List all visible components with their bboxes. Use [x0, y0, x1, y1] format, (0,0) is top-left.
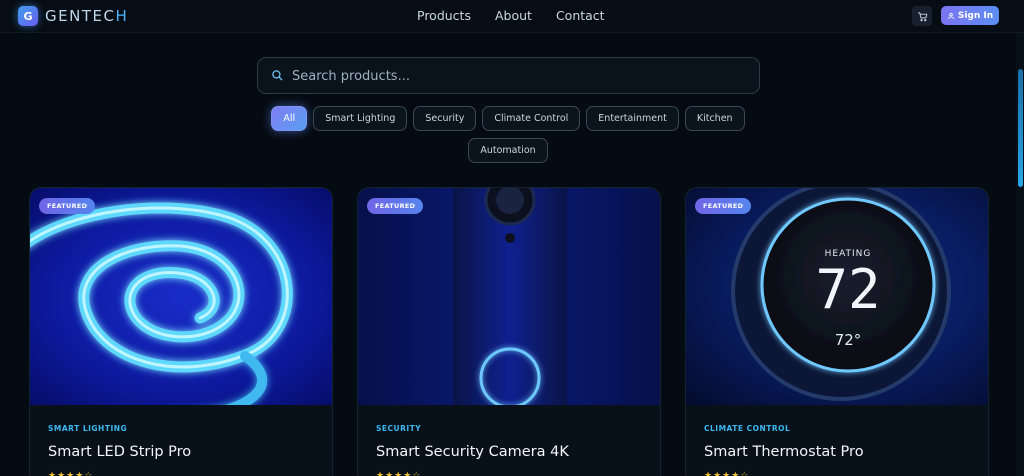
thermostat-display: HEATING 72 72° [686, 188, 988, 405]
nav-products[interactable]: Products [417, 8, 471, 23]
product-category: CLIMATE CONTROL [704, 424, 791, 433]
logo-badge[interactable]: G [18, 6, 38, 26]
top-header: G GENTECH Products About Contact Sign In [0, 0, 1024, 33]
product-image-thermostat[interactable]: HEATING 72 72° FEATURED [686, 188, 988, 405]
featured-badge: FEATURED [367, 198, 424, 214]
brand-main: GENTEC [45, 7, 116, 25]
nav-contact[interactable]: Contact [556, 8, 605, 23]
brand-accent: H [115, 7, 129, 25]
filter-chip-security[interactable]: Security [413, 106, 477, 131]
product-rating: ★★★★☆ [376, 471, 422, 476]
logo-letter: G [23, 9, 33, 23]
filter-chips-row-2: Automation [0, 138, 1016, 163]
page-scrollbar[interactable] [1016, 33, 1024, 476]
filter-chip-climate-control[interactable]: Climate Control [482, 106, 581, 131]
product-card-thermostat[interactable]: HEATING 72 72° FEATURED CLIMATE CONTROL … [685, 187, 989, 476]
led-strip-illustration [30, 188, 332, 405]
filter-chip-entertainment[interactable]: Entertainment [586, 106, 679, 131]
filter-chip-all[interactable]: All [271, 106, 308, 131]
sign-in-label: Sign In [957, 10, 994, 21]
brand-name[interactable]: GENTECH [45, 7, 128, 25]
scrollbar-thumb[interactable] [1018, 69, 1023, 187]
product-rating: ★★★★☆ [48, 471, 94, 476]
thermostat-temperature: 72 [815, 258, 881, 321]
doorbell-camera-illustration [358, 188, 660, 405]
product-title[interactable]: Smart Security Camera 4K [376, 444, 569, 460]
user-icon [947, 12, 954, 19]
product-category: SMART LIGHTING [48, 424, 128, 433]
main-nav: Products About Contact [417, 8, 605, 23]
filter-chip-automation[interactable]: Automation [468, 138, 548, 163]
product-category: SECURITY [376, 424, 422, 433]
filter-chips-row-1: All Smart Lighting Security Climate Cont… [0, 106, 1016, 131]
search-icon [272, 70, 283, 81]
sign-in-button[interactable]: Sign In [941, 6, 999, 25]
cart-button[interactable] [912, 6, 932, 26]
product-card-led-strip[interactable]: FEATURED SMART LIGHTING Smart LED Strip … [29, 187, 333, 476]
filter-chip-smart-lighting[interactable]: Smart Lighting [313, 106, 408, 131]
product-rating: ★★★★☆ [704, 471, 750, 476]
featured-badge: FEATURED [695, 198, 752, 214]
product-image-security-camera[interactable]: FEATURED [358, 188, 660, 405]
search-bar [257, 57, 760, 94]
featured-badge: FEATURED [39, 198, 96, 214]
product-title[interactable]: Smart LED Strip Pro [48, 444, 191, 460]
cart-icon [917, 11, 927, 21]
product-title[interactable]: Smart Thermostat Pro [704, 444, 864, 460]
search-input[interactable] [292, 66, 732, 86]
product-image-led-strip[interactable]: FEATURED [30, 188, 332, 405]
filter-chip-kitchen[interactable]: Kitchen [684, 106, 745, 131]
nav-about[interactable]: About [495, 8, 532, 23]
product-card-security-camera[interactable]: FEATURED SECURITY Smart Security Camera … [357, 187, 661, 476]
thermostat-setpoint: 72° [834, 331, 862, 349]
